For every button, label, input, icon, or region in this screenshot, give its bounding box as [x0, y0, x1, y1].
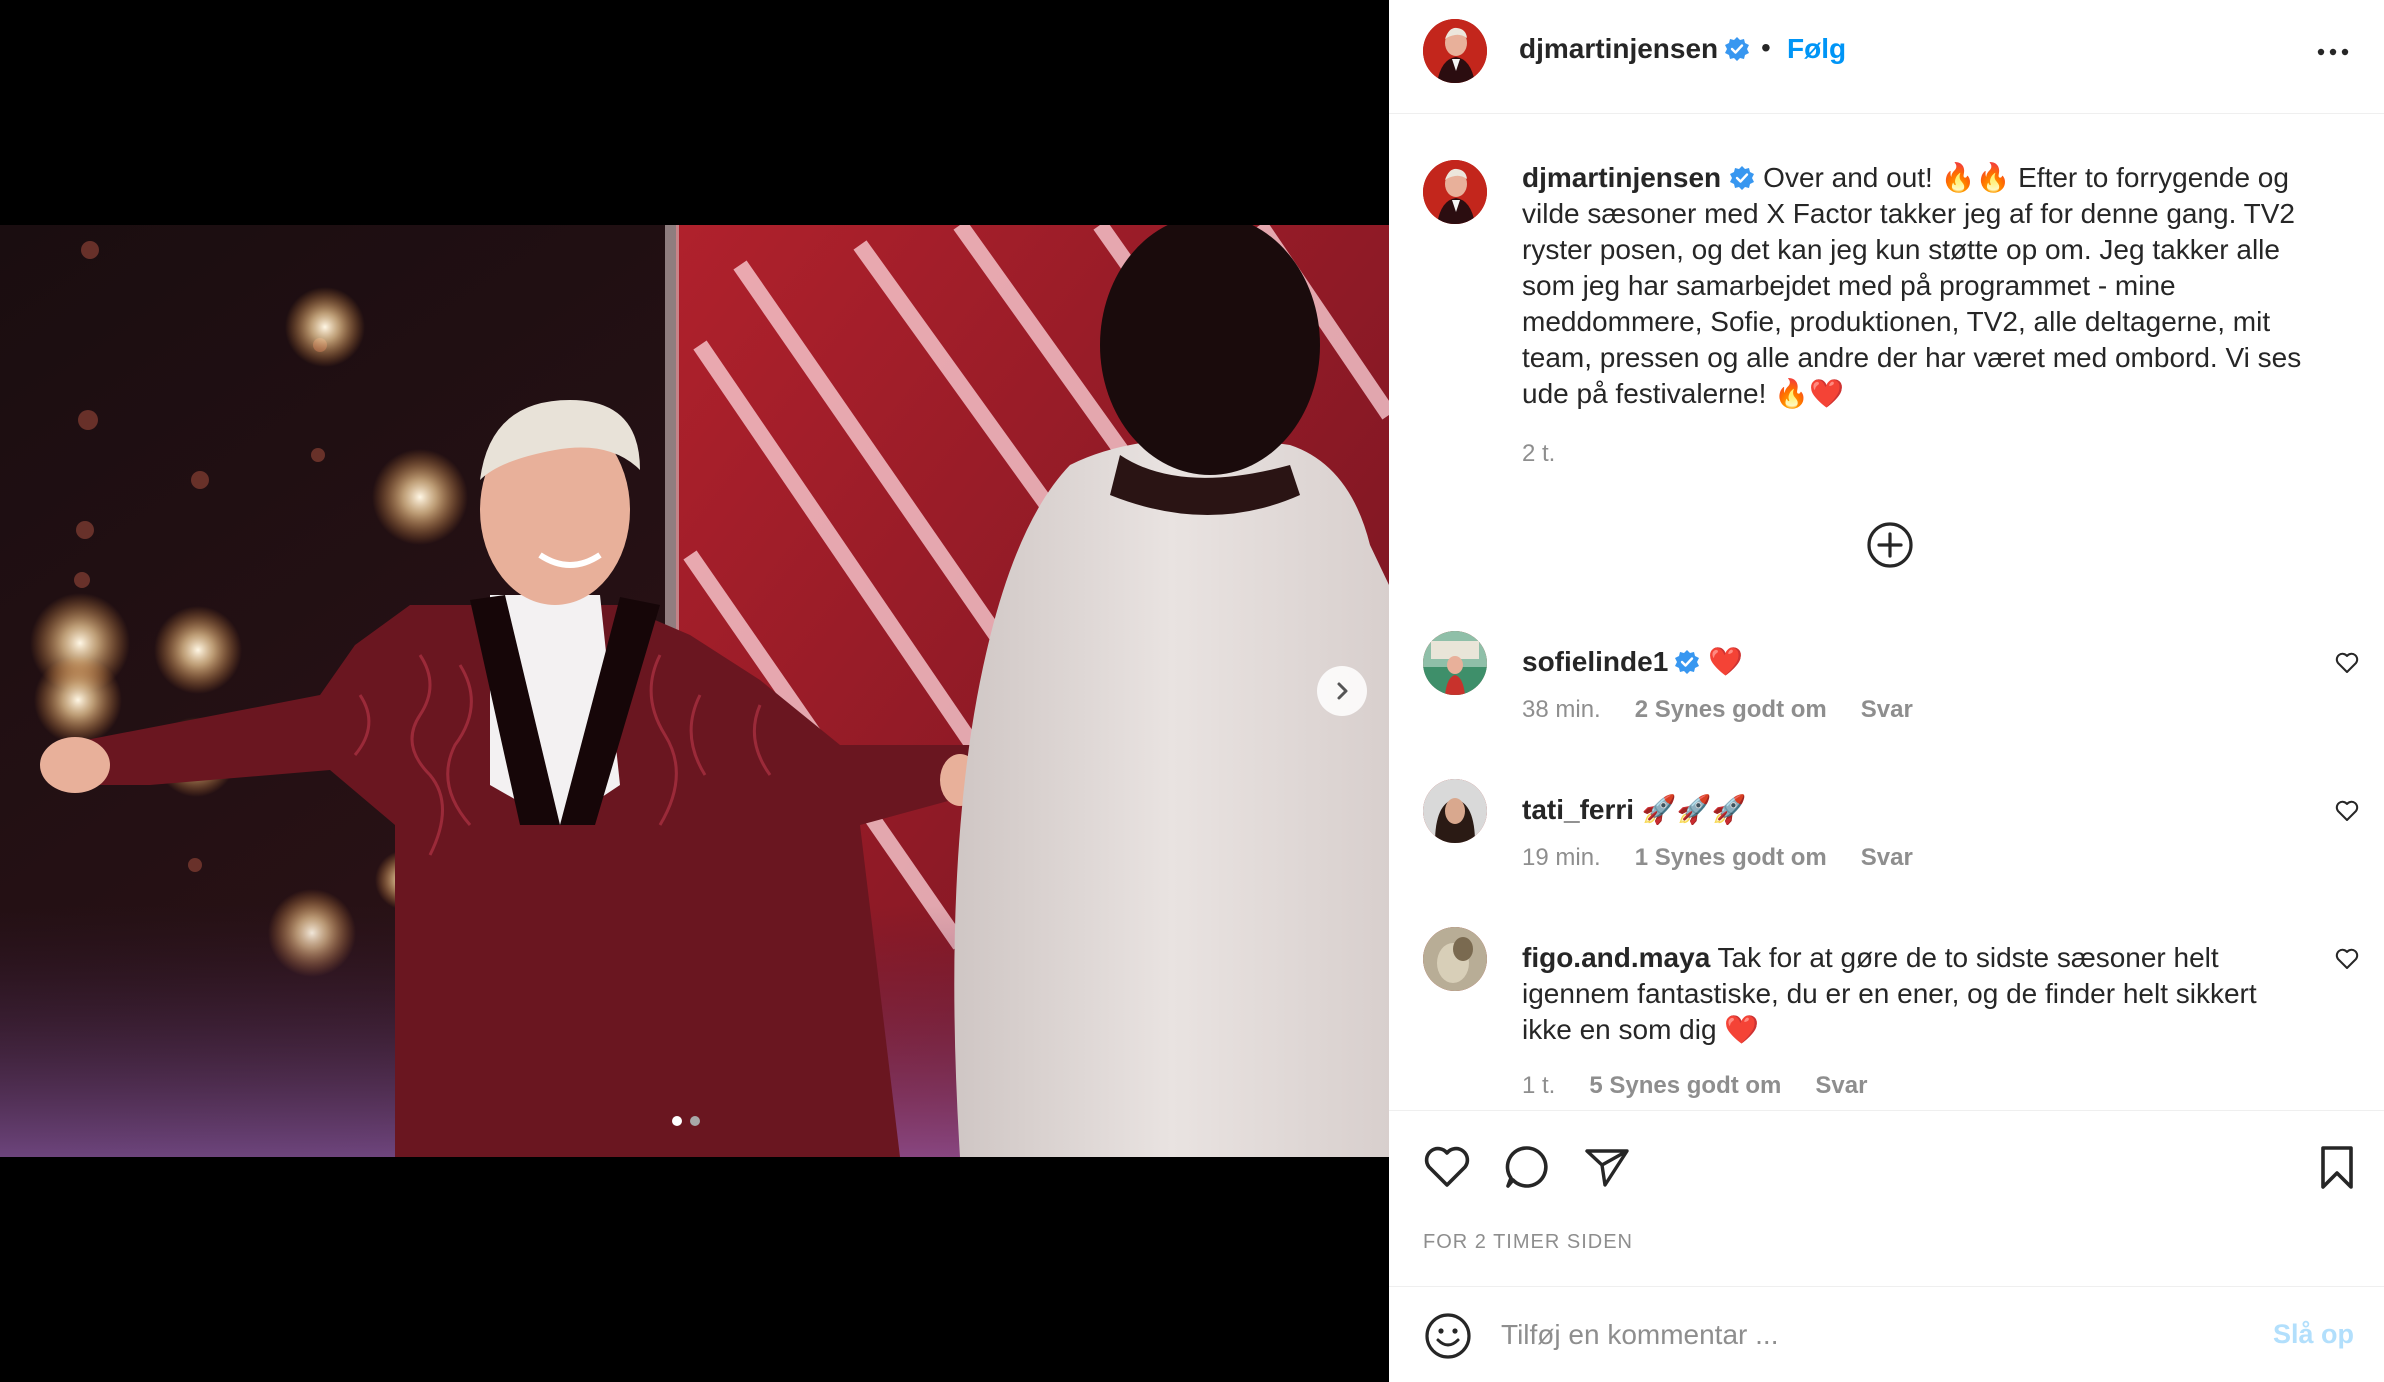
comment-age: 38 min.: [1522, 696, 1601, 723]
like-comment-icon[interactable]: [2334, 650, 2360, 676]
verified-badge-icon: [1725, 37, 1750, 61]
emoji-smiley-icon[interactable]: [1423, 1311, 1473, 1361]
commenter-avatar[interactable]: [1423, 927, 1487, 991]
reply-button[interactable]: Svar: [1815, 1072, 1867, 1100]
add-comment-bar: Slå op: [1389, 1286, 2384, 1382]
comment-username[interactable]: figo.and.maya: [1522, 942, 1710, 973]
action-bar: FOR 2 TIMER SIDEN: [1389, 1110, 2384, 1286]
share-paper-plane-icon[interactable]: [1581, 1141, 1633, 1193]
reply-button[interactable]: Svar: [1861, 844, 1913, 872]
caption-author-avatar[interactable]: [1423, 160, 1487, 224]
author-username-row: djmartinjensen: [1519, 33, 1750, 65]
post-photo[interactable]: [0, 225, 1389, 1157]
comment-meta: 38 min. 2 Synes godt om Svar: [1522, 696, 1913, 724]
post-caption: djmartinjensen Over and out! 🔥🔥 Efter to…: [1522, 160, 2334, 412]
carousel-dot-1: [672, 1116, 682, 1126]
load-more-comments-icon[interactable]: [1865, 520, 1915, 570]
comment-age: 19 min.: [1522, 844, 1601, 871]
caption-username[interactable]: djmartinjensen: [1522, 162, 1721, 193]
comment-likes[interactable]: 5 Synes godt om: [1589, 1072, 1781, 1100]
comment-meta: 19 min. 1 Synes godt om Svar: [1522, 844, 1913, 872]
comment-username[interactable]: sofielinde1: [1522, 646, 1668, 677]
comment-likes[interactable]: 1 Synes godt om: [1635, 844, 1827, 872]
comment-body: sofielinde1 ❤️: [1522, 644, 2292, 680]
comment-text: 🚀🚀🚀: [1641, 794, 1747, 825]
carousel-indicator: [672, 1116, 700, 1126]
media-viewer: [0, 0, 1389, 1382]
header-separator: •: [1761, 32, 1771, 63]
more-options-icon[interactable]: [2313, 38, 2353, 66]
post-header: djmartinjensen • Følg: [1389, 0, 2384, 114]
comment-input[interactable]: [1501, 1311, 2261, 1359]
follow-button[interactable]: Følg: [1787, 33, 1846, 65]
commenter-avatar[interactable]: [1423, 631, 1487, 695]
like-comment-icon[interactable]: [2334, 946, 2360, 972]
caption-text: Over and out! 🔥🔥 Efter to forrygende og …: [1522, 162, 2302, 409]
comment-body: figo.and.maya Tak for at gøre de to sids…: [1522, 940, 2292, 1048]
like-comment-icon[interactable]: [2334, 798, 2360, 824]
bookmark-icon[interactable]: [2311, 1141, 2363, 1193]
verified-badge-icon: [1675, 650, 1700, 674]
comments-section[interactable]: djmartinjensen Over and out! 🔥🔥 Efter to…: [1389, 114, 2384, 1110]
comment-meta: 1 t. 5 Synes godt om Svar: [1522, 1072, 1867, 1100]
comment-likes[interactable]: 2 Synes godt om: [1635, 696, 1827, 724]
chevron-right-icon: [1337, 682, 1348, 700]
comment-age: 1 t.: [1522, 1072, 1556, 1099]
caption-age: 2 t.: [1522, 440, 1556, 467]
like-heart-icon[interactable]: [1421, 1141, 1473, 1193]
post-timestamp[interactable]: FOR 2 TIMER SIDEN: [1423, 1231, 1633, 1254]
caption-meta: 2 t.: [1522, 440, 1555, 468]
post-comment-button[interactable]: Slå op: [2273, 1319, 2354, 1350]
comment-text: ❤️: [1708, 646, 1744, 677]
commenter-avatar[interactable]: [1423, 779, 1487, 843]
comment-username[interactable]: tati_ferri: [1522, 794, 1634, 825]
verified-badge-icon: [1730, 166, 1755, 190]
carousel-dot-2: [690, 1116, 700, 1126]
author-username[interactable]: djmartinjensen: [1519, 33, 1718, 65]
next-photo-button[interactable]: [1317, 666, 1367, 716]
author-avatar[interactable]: [1423, 19, 1487, 83]
post-details-panel: djmartinjensen • Følg djmartinjensen Ove…: [1389, 0, 2384, 1382]
comment-bubble-icon[interactable]: [1501, 1141, 1553, 1193]
reply-button[interactable]: Svar: [1861, 696, 1913, 724]
comment-body: tati_ferri 🚀🚀🚀: [1522, 792, 2292, 828]
